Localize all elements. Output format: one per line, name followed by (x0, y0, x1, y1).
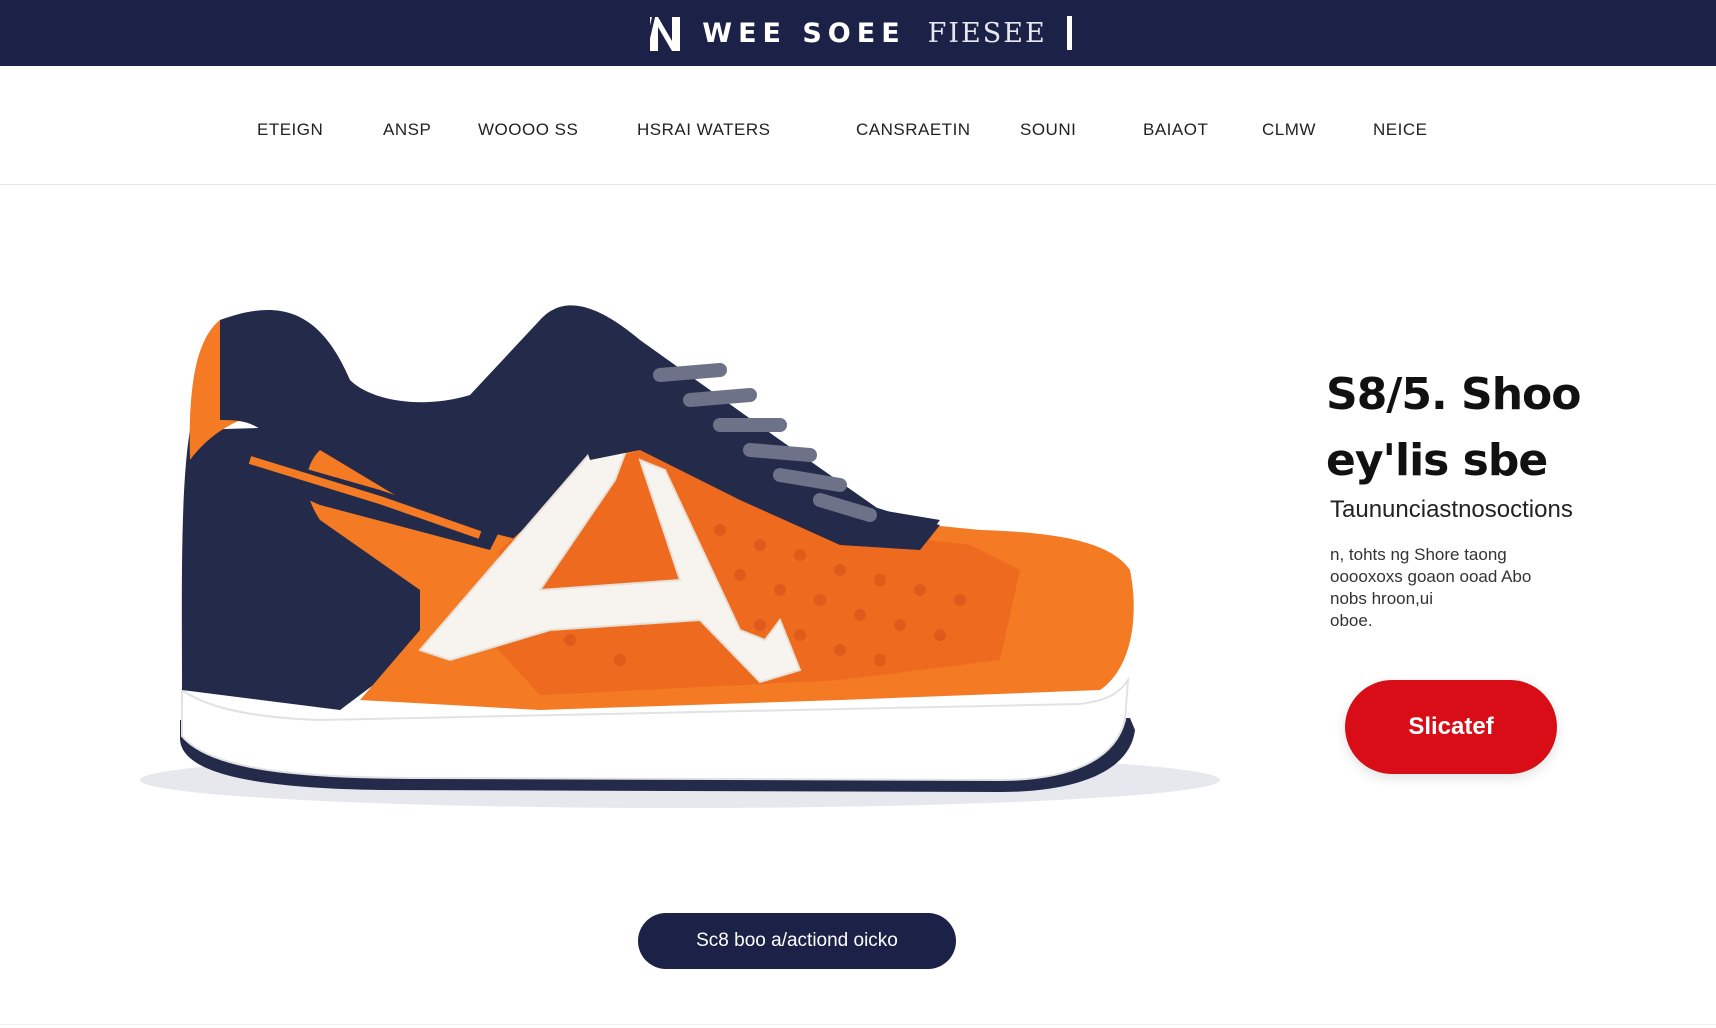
page-divider (0, 1024, 1716, 1025)
secondary-cta-button[interactable]: Sc8 boo a/actiond oicko (638, 913, 956, 969)
brand-tagline: FIESEE (927, 17, 1047, 49)
orange-navy-sneaker-product-image (140, 305, 1220, 808)
top-header-bar: WEE SOEE FIESEE (0, 0, 1716, 66)
hero-description-line: nobs hroon,ui (1330, 589, 1434, 608)
hero-description-line: oboe. (1330, 611, 1373, 630)
hero-title-line-1: S8/5. Shoo (1326, 369, 1582, 420)
nav-item-7[interactable]: BAIAOT (1143, 120, 1208, 140)
shoe-brand-logo-icon (644, 14, 681, 51)
main-navigation: ETEIGN ANSP WOOOO SS HSRAI WATERS CANSRA… (0, 66, 1716, 185)
brand-divider (1066, 16, 1072, 50)
nav-item-9[interactable]: NEICE (1373, 120, 1427, 140)
nav-item-6[interactable]: SOUNI (1020, 120, 1076, 140)
nav-item-4[interactable]: HSRAI WATERS (637, 120, 771, 140)
hero-description-line: n, tohts ng Shore taong (1330, 545, 1507, 564)
nav-item-2[interactable]: ANSP (383, 120, 431, 140)
nav-item-8[interactable]: CLMW (1262, 120, 1316, 140)
hero-description: n, tohts ng Shore taong ooooxoxs goaon o… (1330, 544, 1560, 632)
hero-title: S8/5. Shoo ey'lis sbe (1326, 362, 1686, 494)
nav-item-1[interactable]: ETEIGN (257, 120, 323, 140)
hero-cta-button[interactable]: Slicatef (1345, 680, 1557, 774)
hero-description-line: ooooxoxs goaon ooad Abo (1330, 567, 1532, 586)
nav-item-5[interactable]: CANSRAETIN (856, 120, 971, 140)
hero-title-line-2: ey'lis sbe (1326, 435, 1548, 486)
brand-name: WEE SOEE (702, 17, 906, 49)
hero-subtitle: Taununciastnosoctions (1330, 496, 1573, 523)
brand-logo[interactable]: WEE SOEE FIESEE (644, 11, 1072, 55)
nav-item-3[interactable]: WOOOO SS (478, 120, 578, 140)
